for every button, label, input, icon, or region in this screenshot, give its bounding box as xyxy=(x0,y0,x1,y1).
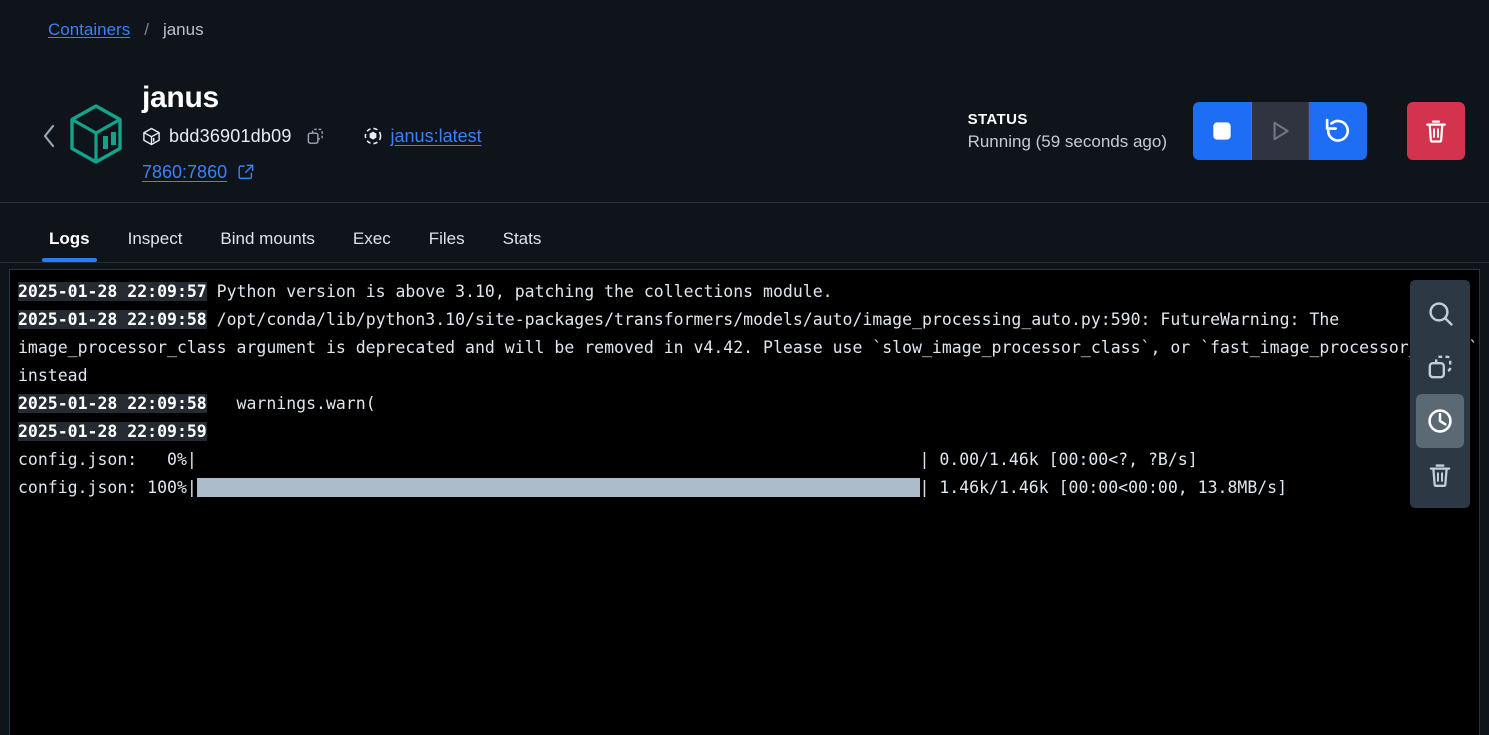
stop-button[interactable] xyxy=(1193,102,1251,160)
log-message: /opt/conda/lib/python3.10/site-packages/… xyxy=(18,310,1479,385)
container-meta-row-1: bdd36901db09 janus:latest xyxy=(142,123,482,149)
image-layers-icon xyxy=(363,126,383,146)
container-image-link[interactable]: janus:latest xyxy=(391,126,482,147)
tab-stats[interactable]: Stats xyxy=(484,229,561,262)
chevron-left-icon xyxy=(43,124,55,148)
tab-inspect[interactable]: Inspect xyxy=(109,229,202,262)
progress-prefix: config.json: 100%| xyxy=(18,478,197,497)
breadcrumb: Containers / janus xyxy=(0,0,1489,60)
logs-panel: 2025-01-28 22:09:57 Python version is ab… xyxy=(9,269,1480,735)
log-timestamp: 2025-01-28 22:09:58 xyxy=(18,394,207,413)
log-message: Python version is above 3.10, patching t… xyxy=(206,282,833,301)
log-timestamp: 2025-01-28 22:09:58 xyxy=(18,310,207,329)
logs-toolbar-search-icon[interactable] xyxy=(1416,286,1464,340)
log-line: 2025-01-28 22:09:58 /opt/conda/lib/pytho… xyxy=(18,306,1479,390)
breadcrumb-link-containers[interactable]: Containers xyxy=(48,20,130,40)
play-triangle-icon xyxy=(1273,121,1289,141)
container-image-group: janus:latest xyxy=(363,126,482,147)
stop-square-icon xyxy=(1213,122,1231,140)
page-title: janus xyxy=(142,81,219,114)
logs-toolbar-clock-icon[interactable] xyxy=(1416,394,1464,448)
log-progress-line: config.json: 100%| | 1.46k/1.46k [00:00<0… xyxy=(18,474,1479,502)
progress-prefix: config.json: 0%| xyxy=(18,450,197,469)
back-button[interactable] xyxy=(34,123,64,149)
status-badge: Running (59 seconds ago) xyxy=(967,131,1167,151)
breadcrumb-current: janus xyxy=(162,20,204,39)
progress-bar-fill xyxy=(196,478,920,497)
delete-button[interactable] xyxy=(1407,102,1465,160)
log-timestamp: 2025-01-28 22:09:57 xyxy=(18,282,207,301)
tab-logs[interactable]: Logs xyxy=(30,229,109,262)
logs-toolbar-trash-icon[interactable] xyxy=(1416,448,1464,502)
start-button[interactable] xyxy=(1251,102,1309,160)
copy-icon xyxy=(1428,355,1452,379)
trash-icon xyxy=(1426,120,1446,143)
log-message: warnings.warn( xyxy=(206,394,376,413)
container-cube-icon xyxy=(68,103,124,170)
log-output[interactable]: 2025-01-28 22:09:57 Python version is ab… xyxy=(10,270,1479,502)
trash-icon xyxy=(1429,464,1451,487)
tab-files[interactable]: Files xyxy=(410,229,484,262)
log-progress-line: config.json: 0%| | 0.00/1.46k [00:00<?, ?… xyxy=(18,446,1479,474)
log-line: 2025-01-28 22:09:57 Python version is ab… xyxy=(18,278,1479,306)
progress-bar xyxy=(196,474,920,502)
status-label: STATUS xyxy=(967,110,1028,128)
progress-suffix: | 1.46k/1.46k [00:00<00:00, 13.8MB/s] xyxy=(919,478,1288,497)
external-link-icon[interactable] xyxy=(237,163,255,181)
box-icon xyxy=(142,127,161,146)
log-line: 2025-01-28 22:09:58 warnings.warn( xyxy=(18,390,1479,418)
search-icon xyxy=(1429,302,1453,326)
progress-bar xyxy=(197,446,920,474)
restart-arrow-icon xyxy=(1325,118,1350,142)
log-timestamp: 2025-01-28 22:09:59 xyxy=(18,422,207,441)
clock-icon xyxy=(1428,409,1452,433)
logs-toolbar xyxy=(1410,280,1470,508)
container-meta-row-2: 7860:7860 xyxy=(142,159,482,185)
tab-exec[interactable]: Exec xyxy=(334,229,410,262)
progress-suffix: | 0.00/1.46k [00:00<?, ?B/s] xyxy=(919,450,1198,469)
breadcrumb-separator: / xyxy=(144,20,149,39)
copy-icon[interactable] xyxy=(306,127,325,146)
log-line: 2025-01-28 22:09:59 xyxy=(18,418,1479,446)
container-info: janus bdd36901db09 janus:latest 7860:786… xyxy=(142,81,482,185)
port-mapping-link[interactable]: 7860:7860 xyxy=(142,162,227,183)
container-id: bdd36901db09 xyxy=(169,125,292,146)
restart-button[interactable] xyxy=(1309,102,1367,160)
tab-bar: Logs Inspect Bind mounts Exec Files Stats xyxy=(0,203,1489,263)
status-text: STATUS Running (59 seconds ago) xyxy=(968,111,1167,152)
container-header: janus bdd36901db09 janus:latest 7860:786… xyxy=(0,60,1489,203)
container-action-buttons xyxy=(1193,102,1367,160)
tab-bind-mounts[interactable]: Bind mounts xyxy=(201,229,334,262)
status-and-actions: STATUS Running (59 seconds ago) xyxy=(968,102,1465,160)
logs-toolbar-copy-icon[interactable] xyxy=(1416,340,1464,394)
